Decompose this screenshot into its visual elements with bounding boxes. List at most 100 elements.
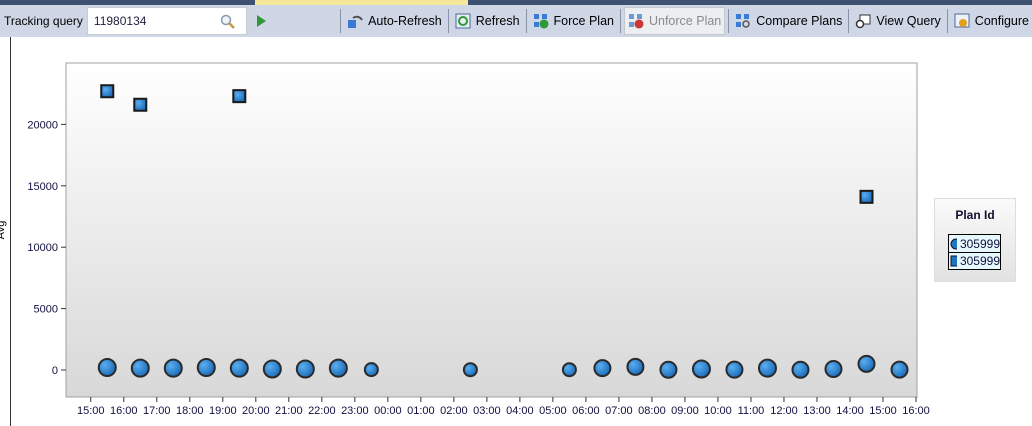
x-tick-label: 04:00: [506, 405, 534, 417]
auto-refresh-icon: [348, 15, 363, 28]
run-icon[interactable]: [256, 15, 266, 27]
divider: [340, 9, 342, 33]
divider: [728, 9, 730, 33]
y-tick-label: 0: [52, 365, 58, 377]
data-point-circle[interactable]: [561, 362, 577, 378]
x-tick-label: 18:00: [176, 405, 204, 417]
button-label: Force Plan: [553, 14, 614, 28]
legend-item-label: 305999: [959, 254, 1000, 268]
legend-item-label: 305999: [959, 236, 1000, 251]
legend: Plan Id 305999 305999: [934, 198, 1016, 282]
legend-title: Plan Id: [955, 208, 995, 222]
data-point-circle[interactable]: [363, 362, 379, 378]
force-plan-button[interactable]: Force Plan: [530, 7, 617, 35]
y-tick-label: 5000: [34, 304, 58, 316]
data-point-circle[interactable]: [857, 354, 876, 373]
x-tick-label: 02:00: [440, 405, 468, 417]
data-point-circle[interactable]: [196, 358, 216, 378]
x-tick-label: 16:00: [110, 405, 138, 417]
data-point-square[interactable]: [100, 84, 115, 99]
x-tick-label: 00:00: [374, 405, 402, 417]
divider: [525, 9, 527, 33]
data-point-circle[interactable]: [659, 360, 678, 379]
data-point-square[interactable]: [859, 189, 874, 204]
x-tick-label: 15:00: [869, 405, 897, 417]
data-point-circle[interactable]: [229, 358, 249, 378]
x-tick-label: 23:00: [341, 405, 369, 417]
configure-button[interactable]: Configure: [951, 7, 1032, 35]
x-tick-label: 14:00: [836, 405, 864, 417]
compare-plans-icon: [736, 14, 750, 28]
legend-item-circle[interactable]: 305999: [949, 235, 1000, 252]
refresh-icon: [455, 13, 471, 29]
x-tick-label: 10:00: [704, 405, 732, 417]
x-tick-label: 16:00: [902, 405, 930, 417]
tracking-query-label: Tracking query: [4, 14, 83, 28]
x-tick-label: 06:00: [572, 405, 600, 417]
data-point-circle[interactable]: [295, 359, 315, 379]
button-label: Compare Plans: [756, 14, 843, 28]
button-label: View Query: [876, 14, 941, 28]
square-marker-icon: [950, 255, 957, 267]
data-point-circle[interactable]: [462, 362, 478, 378]
x-tick-label: 11:00: [738, 405, 765, 417]
data-point-circle[interactable]: [725, 360, 744, 379]
x-tick-label: 21:00: [275, 405, 303, 417]
data-point-circle[interactable]: [593, 359, 612, 378]
data-point-circle[interactable]: [626, 357, 645, 376]
data-point-circle[interactable]: [890, 360, 909, 379]
data-point-square[interactable]: [133, 97, 148, 112]
x-tick-label: 03:00: [473, 405, 501, 417]
y-tick-label: 15000: [27, 181, 58, 193]
x-tick-label: 12:00: [770, 405, 798, 417]
button-label: Refresh: [475, 14, 520, 28]
data-point-circle[interactable]: [262, 359, 282, 379]
legend-item-square[interactable]: 305999: [949, 252, 1000, 269]
x-tick-label: 22:00: [308, 405, 336, 417]
configure-icon: [954, 13, 970, 28]
search-icon[interactable]: [220, 14, 236, 30]
view-query-icon: [856, 14, 871, 29]
x-tick-label: 05:00: [539, 405, 567, 417]
divider: [447, 9, 449, 33]
x-tick-label: 01:00: [407, 405, 435, 417]
unforce-plan-button[interactable]: Unforce Plan: [623, 7, 726, 35]
x-tick-label: 20:00: [242, 405, 270, 417]
refresh-button[interactable]: Refresh: [452, 7, 523, 35]
y-tick-label: 20000: [27, 119, 58, 131]
plot-area: [65, 62, 918, 398]
y-tick-label: 10000: [27, 242, 58, 254]
x-tick-label: 19:00: [209, 405, 237, 417]
x-tick-label: 08:00: [638, 405, 666, 417]
query-id-value: 11980134: [93, 14, 147, 28]
data-point-circle[interactable]: [163, 358, 183, 378]
data-point-circle[interactable]: [691, 359, 711, 379]
x-tick-label: 15:00: [77, 405, 105, 417]
data-point-circle[interactable]: [824, 360, 843, 379]
toolbar: Tracking query 11980134 Auto-Refresh Refr…: [0, 5, 1032, 37]
auto-refresh-button[interactable]: Auto-Refresh: [344, 7, 445, 35]
data-point-circle[interactable]: [757, 358, 777, 378]
data-point-circle[interactable]: [97, 358, 117, 378]
unforce-plan-icon: [628, 14, 644, 29]
button-label: Configure: [974, 14, 1029, 28]
x-tick-label: 17:00: [143, 405, 171, 417]
button-label: Auto-Refresh: [368, 14, 442, 28]
y-axis-label: Avg: [0, 221, 7, 240]
compare-plans-button[interactable]: Compare Plans: [732, 7, 845, 35]
view-query-button[interactable]: View Query: [852, 7, 943, 35]
data-point-circle[interactable]: [328, 358, 348, 378]
data-point-circle[interactable]: [791, 360, 810, 379]
chart: 0 5000 10000 15000 20000 15:00 16:00 17:00 18:00…: [0, 62, 930, 417]
button-label: Unforce Plan: [648, 14, 722, 28]
tracking-query-input[interactable]: 11980134: [86, 7, 247, 35]
x-tick-label: 07:00: [605, 405, 633, 417]
force-plan-icon: [533, 14, 549, 29]
data-point-circle[interactable]: [130, 358, 150, 378]
divider: [848, 9, 850, 33]
circle-marker-icon: [950, 238, 957, 249]
x-tick-label: 13:00: [803, 405, 831, 417]
x-tick-label: 09:00: [671, 405, 699, 417]
data-point-square[interactable]: [232, 89, 247, 104]
divider: [946, 9, 948, 33]
